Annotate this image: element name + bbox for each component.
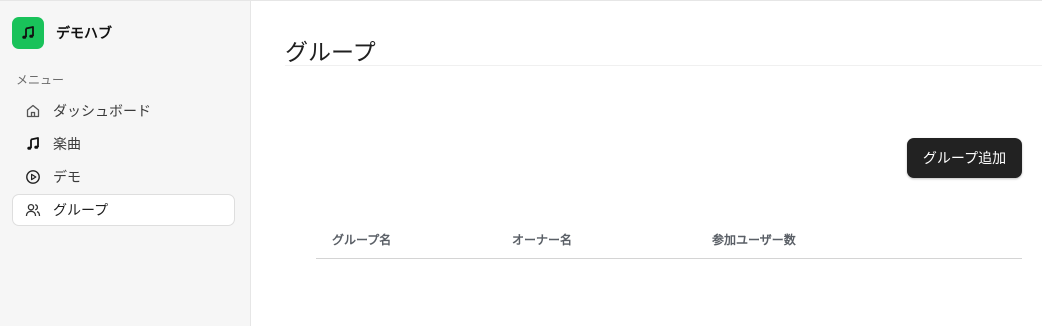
music-note-icon bbox=[25, 136, 41, 152]
column-header-owner-name[interactable]: オーナー名 bbox=[512, 231, 712, 248]
divider bbox=[285, 65, 1042, 66]
brand[interactable]: デモハブ bbox=[12, 17, 112, 49]
app-window: デモハブ メニュー ダッシュボード 楽曲 デモ グループ グループ グループ追加… bbox=[0, 0, 1042, 326]
sidebar-item-groups[interactable]: グループ bbox=[12, 194, 235, 226]
music-note-icon bbox=[12, 17, 44, 49]
column-header-member-count[interactable]: 参加ユーザー数 bbox=[712, 231, 912, 248]
sidebar-item-label: デモ bbox=[53, 170, 81, 186]
sidebar-item-demos[interactable]: デモ bbox=[12, 161, 235, 193]
sidebar-item-label: グループ bbox=[53, 203, 109, 219]
page-title: グループ bbox=[285, 40, 376, 66]
sidebar-menu: ダッシュボード 楽曲 デモ グループ bbox=[12, 95, 235, 227]
brand-name: デモハブ bbox=[56, 26, 112, 42]
add-group-button[interactable]: グループ追加 bbox=[907, 138, 1022, 178]
column-header-group-name[interactable]: グループ名 bbox=[316, 231, 512, 248]
groups-table: グループ名 オーナー名 参加ユーザー数 bbox=[316, 221, 1022, 259]
table-header: グループ名 オーナー名 参加ユーザー数 bbox=[316, 221, 1022, 259]
sidebar-item-dashboard[interactable]: ダッシュボード bbox=[12, 95, 235, 127]
play-circle-icon bbox=[25, 169, 41, 185]
sidebar-item-label: ダッシュボード bbox=[53, 104, 151, 120]
users-icon bbox=[25, 202, 41, 218]
sidebar-item-songs[interactable]: 楽曲 bbox=[12, 128, 235, 160]
menu-heading: メニュー bbox=[16, 73, 65, 87]
main-content: グループ グループ追加 グループ名 オーナー名 参加ユーザー数 bbox=[251, 1, 1042, 326]
home-icon bbox=[25, 103, 41, 119]
sidebar-item-label: 楽曲 bbox=[53, 137, 81, 153]
sidebar: デモハブ メニュー ダッシュボード 楽曲 デモ グループ bbox=[0, 1, 251, 326]
